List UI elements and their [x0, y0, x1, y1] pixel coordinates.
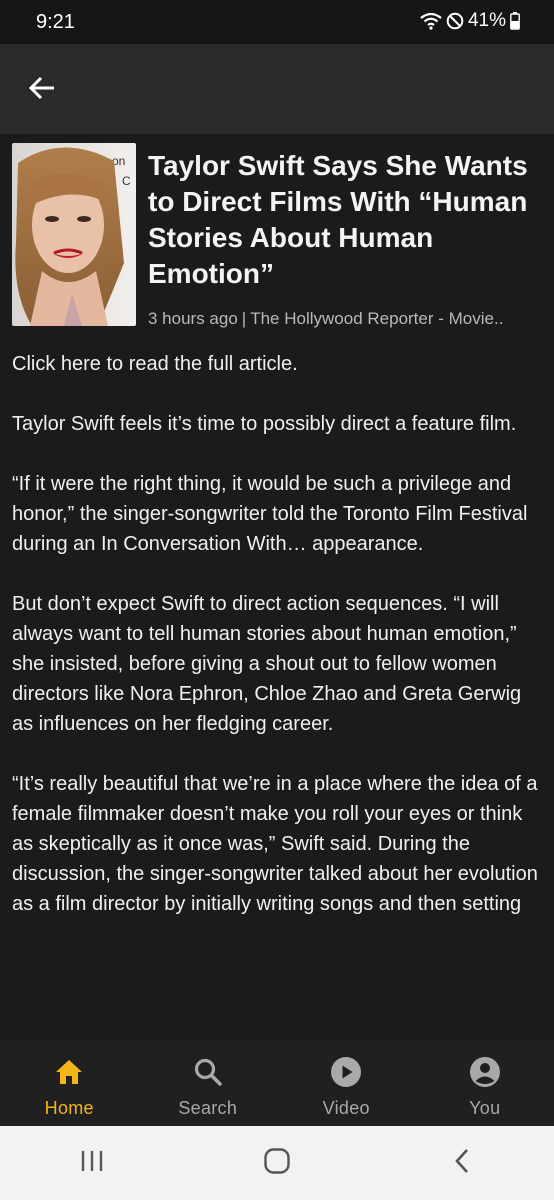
article-time: 3 hours ago	[148, 309, 238, 328]
article-headline: Taylor Swift Says She Wants to Direct Fi…	[148, 150, 528, 289]
wifi-icon	[420, 12, 442, 30]
system-navigation-bar	[0, 1126, 554, 1200]
article-meta: 3 hours ago | The Hollywood Reporter - Mov…	[148, 309, 538, 329]
article-paragraph: “If it were the right thing, it would be…	[12, 473, 528, 555]
do-not-disturb-icon	[446, 12, 464, 30]
article: on C Taylor Swift Says She Wants to Dire…	[0, 134, 554, 1040]
status-icons: 41%	[420, 10, 520, 32]
article-header: on C Taylor Swift Says She Wants to Dire…	[0, 134, 554, 344]
nav-label-you: You	[469, 1098, 501, 1118]
nav-label-home: Home	[44, 1098, 94, 1118]
recent-apps-button[interactable]	[62, 1138, 122, 1188]
search-icon	[193, 1056, 223, 1088]
nav-label-video: Video	[322, 1098, 370, 1118]
nav-label-search: Search	[178, 1098, 238, 1118]
home-system-button[interactable]	[247, 1138, 307, 1188]
account-circle-icon	[469, 1056, 501, 1088]
read-full-article-link[interactable]: Click here to read the full article.	[12, 349, 542, 379]
nav-item-search[interactable]: Search	[139, 1040, 278, 1126]
meta-separator: |	[241, 309, 247, 328]
back-button[interactable]	[18, 66, 66, 114]
toolbar	[0, 44, 554, 134]
article-paragraph: But don’t expect Swift to direct action …	[12, 593, 522, 735]
battery-text: 41%	[467, 10, 506, 31]
arrow-left-icon	[28, 76, 56, 105]
status-bar: 9:21 41%	[0, 0, 554, 44]
article-paragraph: Taylor Swift feels it’s time to possibly…	[12, 413, 517, 435]
article-source[interactable]: The Hollywood Reporter - Movie..	[250, 309, 503, 328]
chevron-left-icon	[452, 1148, 472, 1179]
svg-text:C: C	[122, 174, 131, 188]
bottom-navigation: Home Search Video You	[0, 1040, 554, 1126]
back-system-button[interactable]	[432, 1138, 492, 1188]
battery-icon	[510, 12, 520, 30]
status-time: 9:21	[36, 11, 75, 33]
home-circle-icon	[263, 1147, 291, 1180]
article-thumbnail[interactable]: on C	[12, 143, 136, 326]
play-circle-icon	[330, 1056, 362, 1088]
nav-item-video[interactable]: Video	[277, 1040, 416, 1126]
nav-item-home[interactable]: Home	[0, 1040, 139, 1126]
article-body: Click here to read the full article. Tay…	[12, 349, 542, 949]
nav-item-you[interactable]: You	[416, 1040, 554, 1126]
article-paragraph: “It’s really beautiful that we’re in a p…	[12, 773, 538, 915]
home-icon	[54, 1056, 84, 1088]
screen: 9:21 41% on C Taylor Swift Says She Want…	[0, 0, 554, 1200]
recent-apps-icon	[79, 1149, 105, 1178]
